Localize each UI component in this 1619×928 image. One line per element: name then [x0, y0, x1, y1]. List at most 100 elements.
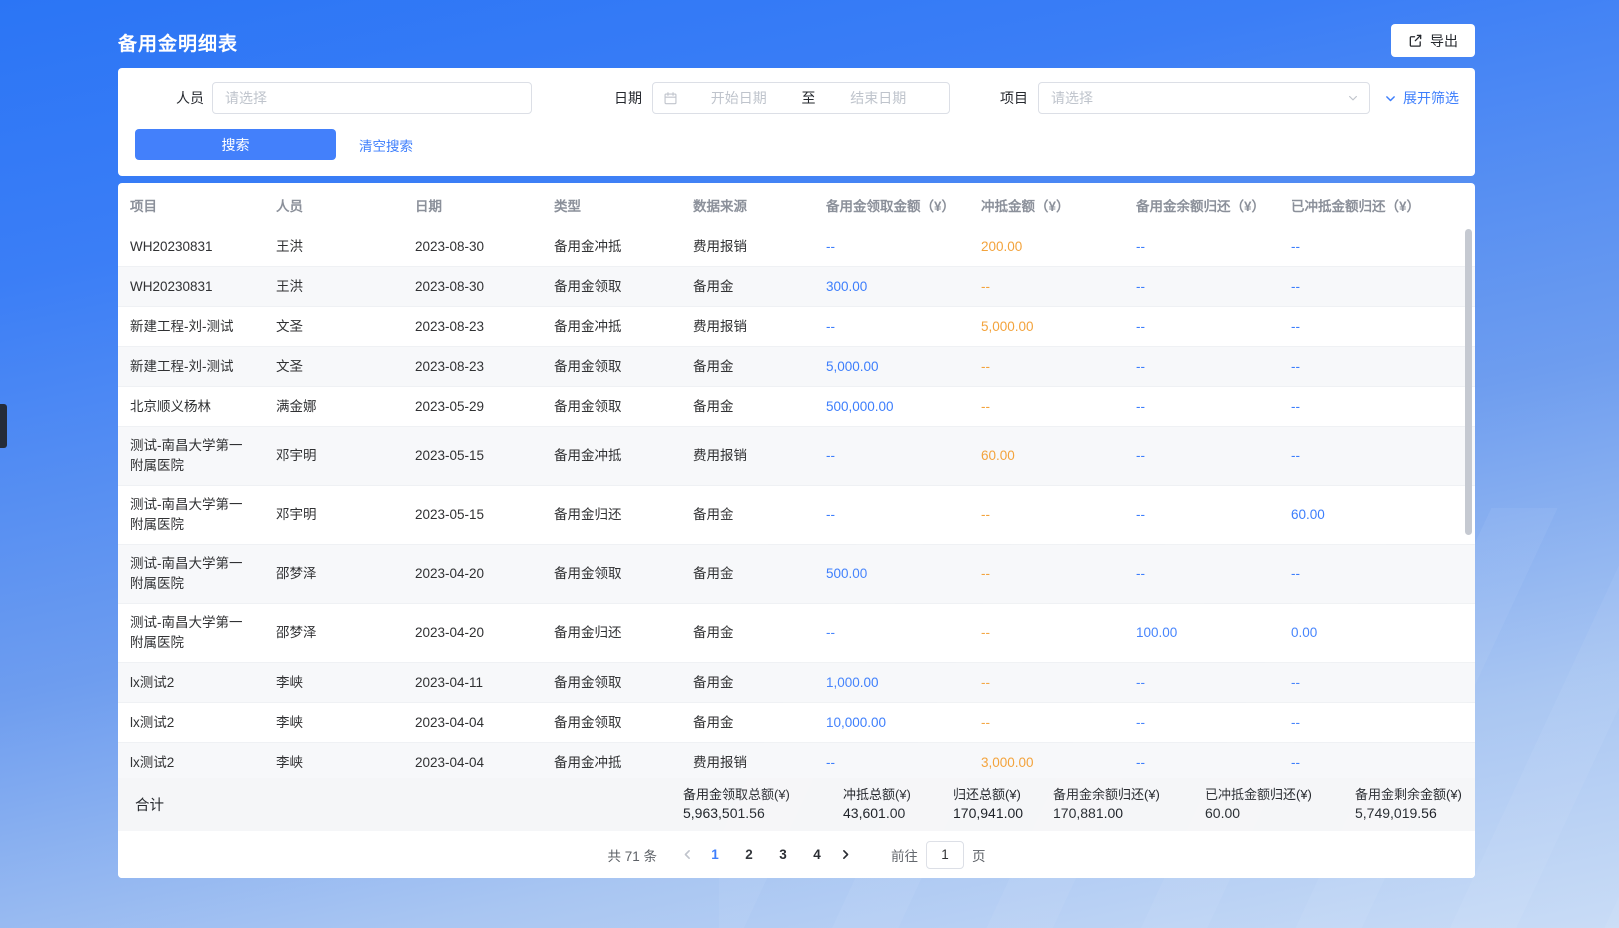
cell-type: 备用金冲抵 — [542, 427, 681, 485]
summary-item-value: 43,601.00 — [843, 804, 945, 823]
date-separator: 至 — [800, 88, 818, 108]
cell-project: 测试-南昌大学第一附属医院 — [118, 427, 264, 485]
summary-item-label: 已冲抵金额归还(¥) — [1205, 786, 1347, 804]
cell-draw: 300.00 — [814, 267, 969, 306]
cell-date: 2023-08-30 — [403, 267, 542, 306]
cell-person: 满金娜 — [264, 387, 403, 426]
cell-date: 2023-04-11 — [403, 663, 542, 702]
cell-project: 北京顺义杨林 — [118, 387, 264, 426]
cell-draw: 10,000.00 — [814, 703, 969, 742]
cell-draw: 500,000.00 — [814, 387, 969, 426]
column-header: 人员 — [264, 195, 403, 215]
cell-person: 邓宇明 — [264, 486, 403, 544]
summary-item: 备用金领取总额(¥)5,963,501.56 — [683, 786, 843, 823]
cell-source: 备用金 — [681, 486, 814, 544]
cell-offset: -- — [969, 663, 1124, 702]
summary-item: 归还总额(¥)170,941.00 — [953, 786, 1053, 823]
column-header: 日期 — [403, 195, 542, 215]
cell-offset_return: -- — [1279, 703, 1475, 742]
next-page-button[interactable] — [831, 841, 859, 869]
prev-page-button[interactable] — [673, 841, 701, 869]
page-number-button[interactable]: 1 — [701, 841, 729, 869]
cell-offset_return: -- — [1279, 427, 1475, 485]
date-range-picker[interactable]: 至 — [652, 82, 950, 114]
cell-project: 测试-南昌大学第一附属医院 — [118, 486, 264, 544]
table-row: 测试-南昌大学第一附属医院邓宇明2023-05-15备用金冲抵费用报销--60.… — [118, 427, 1475, 486]
cell-offset: -- — [969, 387, 1124, 426]
cell-person: 邓宇明 — [264, 427, 403, 485]
column-header: 备用金领取金额（¥） — [814, 195, 969, 215]
cell-offset_return: -- — [1279, 743, 1475, 778]
chevron-down-icon — [1347, 92, 1359, 104]
cell-project: 测试-南昌大学第一附属医院 — [118, 604, 264, 662]
start-date-input[interactable] — [678, 90, 800, 106]
cell-type: 备用金冲抵 — [542, 743, 681, 778]
summary-row: 合计 备用金领取总额(¥)5,963,501.56冲抵总额(¥)43,601.0… — [118, 778, 1475, 831]
column-header: 数据来源 — [681, 195, 814, 215]
page-list: 1234 — [701, 841, 831, 869]
cell-person: 李峡 — [264, 743, 403, 778]
export-button[interactable]: 导出 — [1391, 24, 1475, 57]
search-button[interactable]: 搜索 — [135, 129, 336, 160]
cell-balance_return: -- — [1124, 486, 1279, 544]
cell-person: 文圣 — [264, 347, 403, 386]
cell-date: 2023-04-04 — [403, 703, 542, 742]
table-rows: WH20230831王洪2023-08-30备用金冲抵费用报销--200.00-… — [118, 227, 1475, 778]
cell-draw: 1,000.00 — [814, 663, 969, 702]
cell-source: 备用金 — [681, 545, 814, 603]
cell-date: 2023-04-20 — [403, 545, 542, 603]
filter-row-1: 人员 日期 至 项目 请选择 — [118, 82, 1459, 114]
cell-balance_return: -- — [1124, 703, 1279, 742]
table-row: 北京顺义杨林满金娜2023-05-29备用金领取备用金500,000.00---… — [118, 387, 1475, 427]
filter-row-2: 搜索 清空搜索 — [135, 129, 1459, 160]
goto-page-input[interactable] — [926, 841, 964, 869]
page-number-button[interactable]: 3 — [769, 841, 797, 869]
cell-draw: -- — [814, 604, 969, 662]
cell-date: 2023-08-30 — [403, 227, 542, 266]
summary-item-value: 170,941.00 — [953, 804, 1045, 823]
summary-item-value: 5,749,019.56 — [1355, 804, 1467, 823]
cell-offset_return: -- — [1279, 227, 1475, 266]
cell-date: 2023-08-23 — [403, 347, 542, 386]
page-number-button[interactable]: 2 — [735, 841, 763, 869]
end-date-input[interactable] — [818, 90, 940, 106]
cell-offset_return: -- — [1279, 307, 1475, 346]
clear-search-link[interactable]: 清空搜索 — [359, 135, 413, 155]
person-input[interactable] — [212, 82, 532, 114]
table-row: 测试-南昌大学第一附属医院邵梦泽2023-04-20备用金归还备用金----10… — [118, 604, 1475, 663]
cell-source: 备用金 — [681, 663, 814, 702]
page-number-button[interactable]: 4 — [803, 841, 831, 869]
cell-type: 备用金领取 — [542, 545, 681, 603]
cell-offset: 3,000.00 — [969, 743, 1124, 778]
cell-offset_return: -- — [1279, 387, 1475, 426]
export-icon — [1408, 33, 1423, 48]
cell-offset_return: -- — [1279, 267, 1475, 306]
cell-source: 费用报销 — [681, 743, 814, 778]
vertical-scrollbar[interactable] — [1465, 229, 1472, 535]
summary-item-label: 备用金余额归还(¥) — [1053, 786, 1197, 804]
cell-offset: 60.00 — [969, 427, 1124, 485]
cell-person: 李峡 — [264, 663, 403, 702]
table-row: lx测试2李峡2023-04-04备用金领取备用金10,000.00------ — [118, 703, 1475, 743]
cell-source: 费用报销 — [681, 307, 814, 346]
cell-date: 2023-04-20 — [403, 604, 542, 662]
cell-balance_return: -- — [1124, 663, 1279, 702]
project-select[interactable]: 请选择 — [1038, 82, 1370, 114]
table-row: 测试-南昌大学第一附属医院邵梦泽2023-04-20备用金领取备用金500.00… — [118, 545, 1475, 604]
table-header-row: 项目人员日期类型数据来源备用金领取金额（¥）冲抵金额（¥）备用金余额归还（¥）已… — [118, 183, 1475, 227]
cell-date: 2023-05-15 — [403, 427, 542, 485]
cell-person: 李峡 — [264, 703, 403, 742]
table-row: WH20230831王洪2023-08-30备用金冲抵费用报销--200.00-… — [118, 227, 1475, 267]
cell-offset: -- — [969, 347, 1124, 386]
export-button-label: 导出 — [1430, 31, 1458, 51]
cell-project: 测试-南昌大学第一附属医院 — [118, 545, 264, 603]
cell-source: 费用报销 — [681, 227, 814, 266]
sidebar-handle[interactable] — [0, 404, 7, 448]
cell-source: 备用金 — [681, 267, 814, 306]
cell-type: 备用金冲抵 — [542, 307, 681, 346]
expand-filters-link[interactable]: 展开筛选 — [1384, 88, 1459, 108]
cell-date: 2023-04-04 — [403, 743, 542, 778]
column-header: 冲抵金额（¥） — [969, 195, 1124, 215]
chevron-right-icon — [839, 848, 852, 861]
page-unit-label: 页 — [972, 845, 986, 865]
